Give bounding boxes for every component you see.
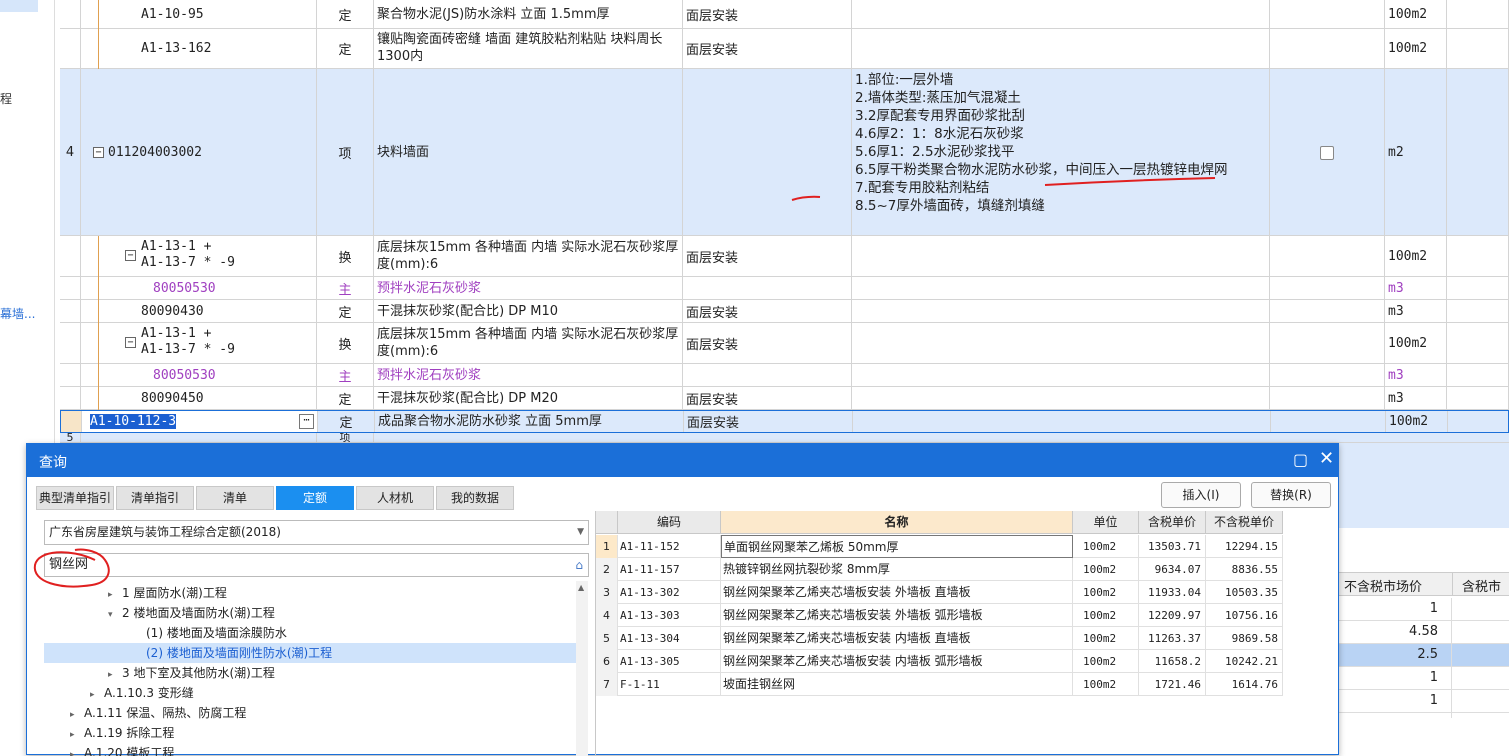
red-underline-mark [1044, 177, 1216, 186]
red-annotation-marks [33, 177, 1216, 588]
red-circle-mark [33, 548, 110, 588]
red-underline-mark [791, 195, 821, 201]
